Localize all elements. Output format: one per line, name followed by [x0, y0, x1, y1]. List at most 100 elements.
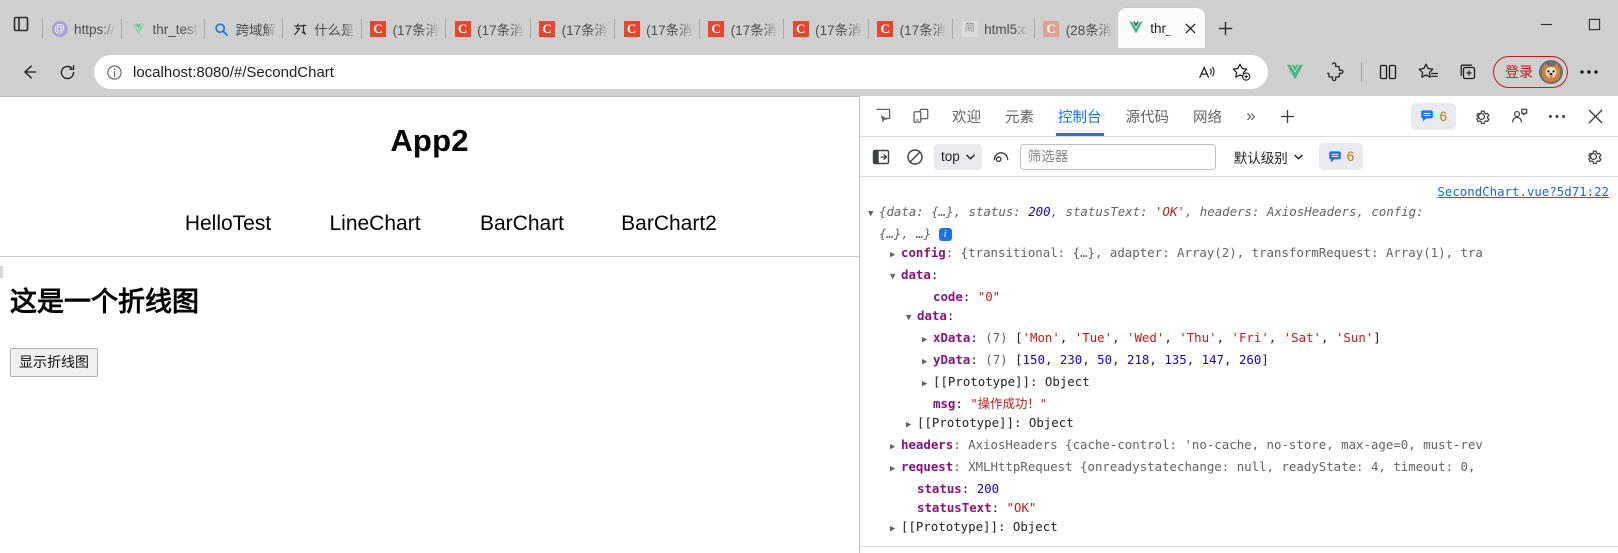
- add-favorite-icon[interactable]: [1226, 57, 1256, 87]
- nav-link-linechart[interactable]: LineChart: [302, 212, 449, 236]
- show-line-chart-button[interactable]: 显示折线图: [10, 348, 98, 377]
- devtools-tab-console[interactable]: 控制台: [1046, 96, 1114, 136]
- vue-icon: [1127, 20, 1144, 37]
- open-sidebar-icon[interactable]: [866, 142, 896, 172]
- console-row-prototype[interactable]: [[Prototype]]: Object: [868, 372, 1610, 394]
- console-row-xdata[interactable]: xData: (7) ['Mon', 'Tue', 'Wed', 'Thu', …: [868, 328, 1610, 350]
- console-log-entry[interactable]: SecondChart.vue?5d71:22 {data: {…}, stat…: [860, 180, 1618, 543]
- info-icon[interactable]: i: [938, 228, 952, 241]
- nav-link-hellotest[interactable]: HelloTest: [155, 212, 302, 236]
- console-row-request[interactable]: request: XMLHttpRequest {onreadystatecha…: [868, 457, 1610, 479]
- avatar[interactable]: [1539, 60, 1563, 84]
- expand-arrow-icon[interactable]: [890, 268, 901, 287]
- console-row-statustext[interactable]: statusText: "OK": [868, 498, 1610, 517]
- expand-arrow-icon[interactable]: [922, 331, 933, 350]
- csdn-icon: C: [1043, 21, 1060, 38]
- console-settings-gear-icon[interactable]: [1578, 142, 1608, 172]
- row-key: data: [917, 308, 947, 323]
- close-icon[interactable]: [1179, 17, 1201, 39]
- console-prompt[interactable]: › CSDN @小秃头头头: [860, 547, 1618, 553]
- clear-console-icon[interactable]: [900, 142, 930, 172]
- tab-item[interactable]: C (17条消: [529, 10, 615, 48]
- maximize-button[interactable]: [1570, 0, 1618, 48]
- more-options-icon[interactable]: [1570, 55, 1608, 89]
- more-tabs-icon[interactable]: »: [1234, 96, 1268, 136]
- reload-button[interactable]: [48, 55, 86, 89]
- tab-item[interactable]: C (17条消: [698, 10, 784, 48]
- tab-item-active[interactable]: thr_: [1118, 8, 1206, 48]
- expand-arrow-icon[interactable]: [890, 246, 901, 265]
- console-object-summary[interactable]: {data: {…}, status: 200, statusText: 'OK…: [868, 202, 1610, 243]
- console-filter-input[interactable]: [1019, 143, 1216, 170]
- tab-item[interactable]: 简 html5:c: [952, 10, 1034, 48]
- nav-link-barchart[interactable]: BarChart: [449, 212, 596, 236]
- site-info-icon[interactable]: [106, 64, 123, 81]
- back-button[interactable]: [10, 55, 48, 89]
- expand-arrow-icon[interactable]: [922, 375, 933, 394]
- tab-item[interactable]: thr_test: [120, 10, 204, 48]
- console-row-code[interactable]: code: "0": [868, 287, 1610, 306]
- feedback-icon[interactable]: [1500, 96, 1538, 136]
- gear-icon[interactable]: [1462, 96, 1500, 136]
- vue-devtools-extension-icon[interactable]: [1276, 55, 1314, 89]
- console-row-headers[interactable]: headers: AxiosHeaders {cache-control: 'n…: [868, 435, 1610, 457]
- collections-icon[interactable]: [1449, 55, 1487, 89]
- devtools-tab-network[interactable]: 网络: [1181, 96, 1234, 136]
- tab-item[interactable]: 跨域解: [203, 10, 283, 48]
- address-bar[interactable]: localhost:8080/#/SecondChart: [94, 55, 1268, 89]
- row-value: :: [946, 308, 955, 323]
- new-tab-button[interactable]: [1205, 8, 1245, 48]
- device-toolbar-icon[interactable]: [902, 96, 940, 136]
- devtools-tab-welcome[interactable]: 欢迎: [940, 96, 993, 136]
- console-output[interactable]: SecondChart.vue?5d71:22 {data: {…}, stat…: [860, 177, 1618, 553]
- expand-arrow-icon[interactable]: [890, 460, 901, 479]
- expand-arrow-icon[interactable]: [890, 438, 901, 457]
- console-row-prototype[interactable]: [[Prototype]]: Object: [868, 517, 1610, 539]
- execution-context-select[interactable]: top: [934, 143, 982, 170]
- close-devtools-icon[interactable]: [1576, 96, 1614, 136]
- tab-item[interactable]: C (17条消: [783, 10, 868, 48]
- tab-item[interactable]: C (28条消: [1033, 10, 1119, 48]
- console-row-msg[interactable]: msg: "操作成功！": [868, 394, 1610, 413]
- console-row-config[interactable]: config: {transitional: {…}, adapter: Arr…: [868, 243, 1610, 265]
- filterbar-issues-badge[interactable]: 6: [1318, 143, 1364, 170]
- console-row-status[interactable]: status: 200: [868, 479, 1610, 498]
- inspect-element-icon[interactable]: [864, 96, 902, 136]
- tab-item[interactable]: @ https://: [42, 10, 121, 48]
- row-key: [[Prototype]]: [917, 415, 1014, 430]
- live-expression-icon[interactable]: [986, 142, 1016, 172]
- expand-arrow-icon[interactable]: [906, 309, 917, 328]
- console-row-data[interactable]: data:: [868, 265, 1610, 287]
- devtools-more-icon[interactable]: [1538, 96, 1576, 136]
- tab-item[interactable]: 什么是: [282, 10, 361, 48]
- expand-arrow-icon[interactable]: [890, 520, 901, 539]
- row-value: : Object: [1029, 374, 1090, 389]
- tab-item[interactable]: C (17条消: [867, 10, 953, 48]
- tab-item[interactable]: C (17条消: [614, 10, 699, 48]
- console-row-data-inner[interactable]: data:: [868, 306, 1610, 328]
- console-row-ydata[interactable]: yData: (7) [150, 230, 50, 218, 135, 147,…: [868, 350, 1610, 372]
- devtools-tab-sources[interactable]: 源代码: [1114, 96, 1182, 136]
- read-aloud-icon[interactable]: [1192, 57, 1222, 87]
- add-panel-button[interactable]: [1268, 96, 1306, 136]
- issues-badge[interactable]: 6: [1411, 102, 1456, 130]
- tab-separator: [529, 19, 531, 39]
- split-screen-icon[interactable]: [1369, 55, 1407, 89]
- expand-arrow-icon[interactable]: [906, 416, 917, 435]
- tab-search-button[interactable]: [0, 0, 42, 48]
- console-row-prototype[interactable]: [[Prototype]]: Object: [868, 413, 1610, 435]
- sign-in-button[interactable]: 登录: [1493, 56, 1568, 88]
- tab-item[interactable]: C (17条消: [360, 10, 446, 48]
- tab-item[interactable]: C (17条消: [445, 10, 530, 48]
- tab-separator: [120, 19, 122, 39]
- expand-arrow-icon[interactable]: [922, 353, 933, 372]
- nav-link-barchart2[interactable]: BarChart2: [596, 212, 743, 236]
- devtools-tab-elements[interactable]: 元素: [993, 96, 1046, 136]
- ydata-4: 135: [1164, 352, 1187, 367]
- minimize-button[interactable]: [1522, 0, 1570, 48]
- extensions-puzzle-icon[interactable]: [1316, 55, 1354, 89]
- console-source-link[interactable]: SecondChart.vue?5d71:22: [1437, 182, 1609, 201]
- favorites-icon[interactable]: [1409, 55, 1447, 89]
- log-level-select[interactable]: 默认级别: [1228, 144, 1309, 170]
- expand-arrow-icon[interactable]: [868, 205, 879, 224]
